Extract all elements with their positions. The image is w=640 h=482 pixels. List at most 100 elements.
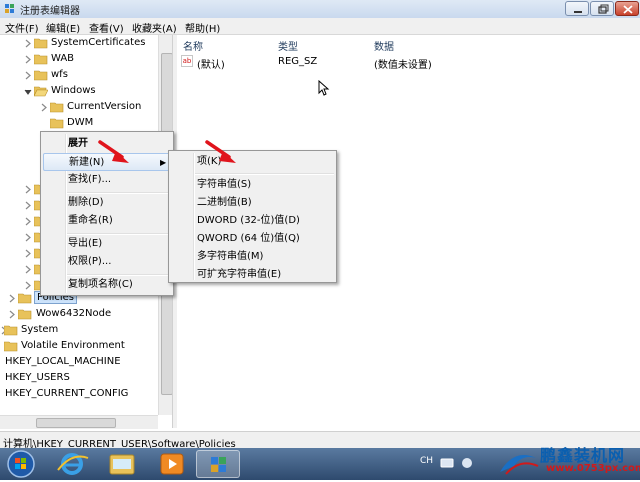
column-header-name[interactable]: 名称 [183,38,203,53]
menu-bar: 文件(F) 编辑(E) 查看(V) 收藏夹(A) 帮助(H) [0,18,640,35]
tree-node-label: HKEY_USERS [5,372,70,383]
expand-arrow-icon[interactable] [24,201,32,210]
collapse-arrow-icon[interactable] [24,87,32,96]
expand-arrow-icon[interactable] [24,39,32,48]
expand-arrow-icon[interactable] [24,217,32,226]
folder-icon [4,325,18,336]
tree-node-label: HKEY_CURRENT_CONFIG [5,388,129,399]
start-button[interactable] [4,449,38,479]
red-arrow-annotation [98,140,129,163]
tree-node-dwm[interactable]: DWM [40,116,164,132]
expand-arrow-icon[interactable] [8,310,16,319]
string-value-icon: ab [181,55,193,67]
menu-item-rename[interactable]: 重命名(R) [68,212,168,230]
submenu-item-expandable-string-value[interactable]: 可扩充字符串值(E) [197,266,327,284]
tree-node-hkey-current-config[interactable]: HKEY_CURRENT_CONFIG [0,387,155,403]
column-header-type[interactable]: 类型 [278,38,298,53]
window-title: 注册表编辑器 [20,6,80,17]
scrollbar-thumb[interactable] [36,418,116,428]
tree-node-systemcertificates[interactable]: SystemCertificates [24,36,164,52]
submenu-item-binary-value[interactable]: 二进制值(B) [197,194,327,212]
menu-item-export[interactable]: 导出(E) [68,235,168,253]
expand-arrow-icon[interactable] [24,55,32,64]
tree-node-label: wfs [51,69,68,80]
tree-node-system[interactable]: System [0,323,150,339]
taskbar-media-player-button[interactable] [150,450,194,478]
close-button[interactable] [615,1,639,16]
open-folder-icon [34,86,48,97]
tree-node-volatile-environment[interactable]: Volatile Environment [0,339,150,355]
tree-node-hkey-local-machine[interactable]: HKEY_LOCAL_MACHINE [0,355,155,371]
close-icon [623,5,633,14]
menu-edit[interactable]: 编辑(E) [46,20,80,35]
submenu-item-qword-value[interactable]: QWORD (64 位)值(Q) [197,230,332,248]
maximize-button[interactable] [590,1,614,16]
menu-item-permissions[interactable]: 权限(P)... [68,253,168,271]
tree-node-wow6432node[interactable]: Wow6432Node [8,307,158,323]
restore-icon [598,4,609,14]
menu-help[interactable]: 帮助(H) [185,20,220,35]
folder-icon [4,341,18,352]
regedit-icon [211,457,226,472]
taskbar-regedit-button[interactable] [196,450,240,478]
tree-node-label: CurrentVersion [67,101,142,112]
tree-node-windows[interactable]: Windows [24,84,164,100]
expand-arrow-icon[interactable] [24,249,32,258]
tree-node-label: System [21,324,59,335]
tree-node-label: SystemCertificates [51,37,146,48]
menu-item-delete[interactable]: 删除(D) [68,194,168,212]
tree-node-label: HKEY_LOCAL_MACHINE [5,356,121,367]
file-explorer-icon [109,454,135,475]
value-data: (数值未设置) [374,60,432,71]
tray-help-icon[interactable] [460,456,474,470]
tree-horizontal-scrollbar[interactable] [0,415,158,429]
tree-node-label: WAB [51,53,75,64]
minimize-button[interactable] [565,1,589,16]
menu-view[interactable]: 查看(V) [89,20,124,35]
submenu-item-dword-value[interactable]: DWORD (32-位)值(D) [197,212,332,230]
submenu-item-multi-string-value[interactable]: 多字符串值(M) [197,248,327,266]
menu-separator [195,173,334,175]
folder-icon [18,309,32,320]
tree-node-label: Windows [51,85,96,96]
watermark-url: www.0753px.com [546,463,640,474]
media-player-icon [160,453,184,475]
minimize-icon [574,11,582,13]
taskbar-explorer-button[interactable] [100,450,144,478]
tree-node-currentversion[interactable]: CurrentVersion [40,100,164,116]
menu-favorites[interactable]: 收藏夹(A) [132,20,177,35]
folder-icon [34,38,48,49]
tree-node-label: Volatile Environment [21,340,125,351]
expand-arrow-icon[interactable] [8,294,16,303]
tree-node-label: DWM [67,117,94,128]
expand-arrow-icon[interactable] [24,185,32,194]
folder-icon [18,293,32,304]
folder-icon [50,102,64,113]
tree-node-hkey-users[interactable]: HKEY_USERS [0,371,155,387]
red-arrow-annotation [205,140,236,163]
folder-icon [50,118,64,129]
folder-icon [34,70,48,81]
regedit-app-icon [5,4,14,13]
tree-node-wab[interactable]: WAB [24,52,164,68]
value-type: REG_SZ [278,56,318,67]
taskbar-ie-button[interactable] [50,450,94,478]
expand-arrow-icon[interactable] [40,103,48,112]
menu-file[interactable]: 文件(F) [5,20,39,35]
expand-arrow-icon[interactable] [24,281,32,290]
menu-item-copy-key-name[interactable]: 复制项名称(C) [68,276,168,294]
column-header-data[interactable]: 数据 [374,38,394,53]
expand-arrow-icon[interactable] [24,233,32,242]
tree-node-label: Wow6432Node [36,308,112,319]
tree-node-wfs[interactable]: wfs [24,68,164,84]
value-name[interactable]: (默认) [197,56,225,71]
submenu-item-string-value[interactable]: 字符串值(S) [197,176,327,194]
folder-icon [34,54,48,65]
tray-keyboard-icon[interactable] [440,456,454,470]
expand-arrow-icon[interactable] [24,71,32,80]
menu-item-find[interactable]: 查找(F)... [68,171,168,189]
tray-language-indicator[interactable]: CH [420,456,433,466]
new-submenu: 项(K) 字符串值(S) 二进制值(B) DWORD (32-位)值(D) QW… [168,150,337,283]
internet-explorer-icon [57,453,89,475]
expand-arrow-icon[interactable] [24,265,32,274]
